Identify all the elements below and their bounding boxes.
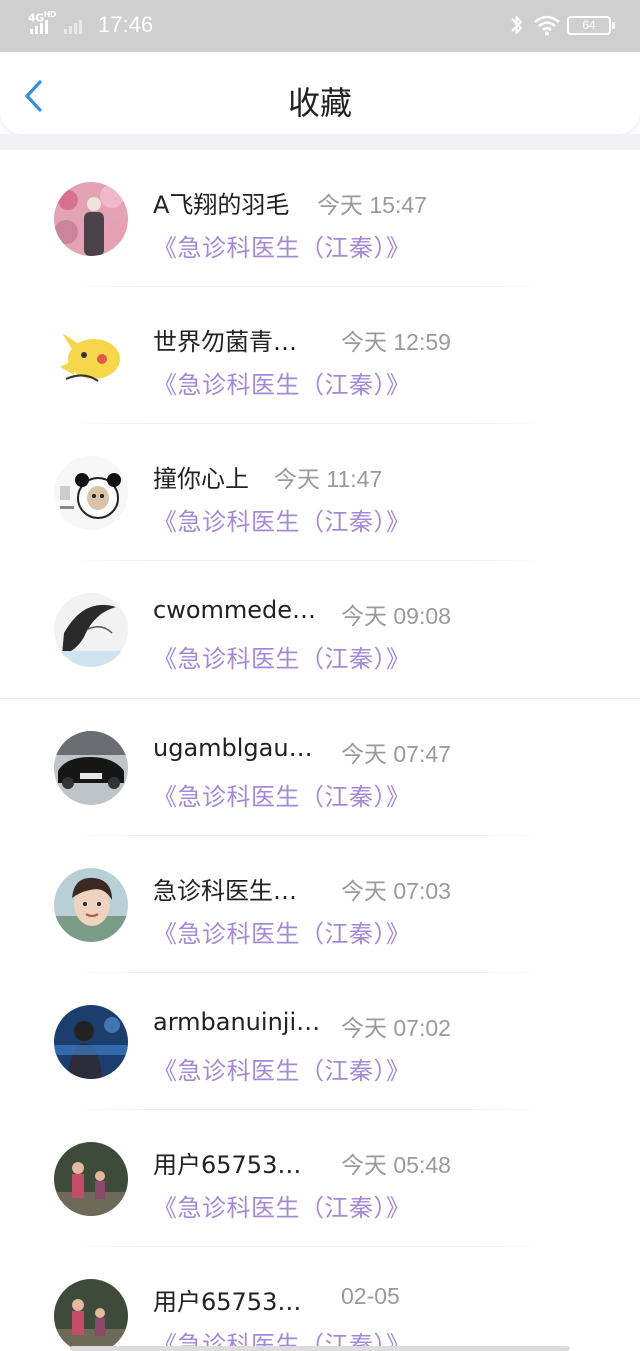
avatar-blue-figure-icon xyxy=(54,1005,128,1079)
avatar-black-car-icon xyxy=(54,731,128,805)
avatar[interactable] xyxy=(54,319,128,393)
avatar-girl-photo-icon xyxy=(54,868,128,942)
avatar-pikachu-icon xyxy=(54,319,128,393)
item-time: 今天 11:47 xyxy=(274,466,383,492)
avatar[interactable] xyxy=(54,593,128,667)
avatar[interactable] xyxy=(54,868,128,942)
page-title: 收藏 xyxy=(287,84,352,122)
list-item[interactable]: 用户65753… 今天 05:48 《急诊科医生（江秦）》 xyxy=(0,1110,640,1247)
list-item[interactable]: 世界勿菌青… 今天 12:59 《急诊科医生（江秦）》 xyxy=(0,287,640,424)
avatar-girl-sketch-icon xyxy=(54,593,128,667)
item-time: 今天 07:47 xyxy=(341,741,451,767)
avatar[interactable] xyxy=(54,1005,128,1079)
nav-bar: 收藏 xyxy=(0,52,640,134)
item-name[interactable]: 用户65753… xyxy=(153,1145,301,1180)
item-name[interactable]: 撞你心上 xyxy=(153,459,249,494)
item-time: 今天 05:48 xyxy=(341,1152,451,1178)
item-time: 02-05 xyxy=(341,1283,400,1309)
avatar-flowers-icon xyxy=(54,182,128,256)
item-name[interactable]: 用户65753… xyxy=(153,1282,301,1317)
list-item[interactable]: armbanuinji… 今天 07:02 《急诊科医生（江秦）》 xyxy=(0,973,640,1110)
signal-icon xyxy=(30,20,48,34)
item-time: 今天 15:47 xyxy=(317,192,427,218)
list-item[interactable]: 急诊科医生… 今天 07:03 《急诊科医生（江秦）》 xyxy=(0,836,640,973)
item-work-link[interactable]: 《急诊科医生（江秦）》 xyxy=(153,639,411,674)
list-item[interactable]: A飞翔的羽毛 今天 15:47 《急诊科医生（江秦）》 xyxy=(0,150,640,287)
avatar-kids-icon xyxy=(54,1279,128,1351)
item-name[interactable]: ugamblgau… xyxy=(153,734,313,762)
avatar-kids-icon xyxy=(54,1142,128,1216)
item-name[interactable]: cwommede… xyxy=(153,596,316,624)
item-name[interactable]: 急诊科医生… xyxy=(153,871,297,906)
item-work-link[interactable]: 《急诊科医生（江秦）》 xyxy=(153,914,411,949)
bluetooth-icon xyxy=(511,16,522,34)
item-time: 今天 07:03 xyxy=(341,878,451,904)
item-name[interactable]: 世界勿菌青… xyxy=(153,322,297,357)
avatar[interactable] xyxy=(54,456,128,530)
avatar[interactable] xyxy=(54,1279,128,1351)
avatar[interactable] xyxy=(54,731,128,805)
network-sup: HD xyxy=(43,10,57,19)
item-name[interactable]: A飞翔的羽毛 xyxy=(153,185,289,220)
list-item[interactable]: cwommede… 今天 09:08 《急诊科医生（江秦）》 xyxy=(0,561,640,698)
item-time: 今天 12:59 xyxy=(341,329,451,355)
status-bar: 4GHD 17:46 64 xyxy=(0,0,640,52)
item-work-link[interactable]: 《急诊科医生（江秦）》 xyxy=(153,502,411,537)
list-item[interactable]: ugamblgau… 今天 07:47 《急诊科医生（江秦）》 xyxy=(0,699,640,836)
item-time: 今天 09:08 xyxy=(341,603,451,629)
item-time: 今天 07:02 xyxy=(341,1015,451,1041)
battery-icon: 64 xyxy=(567,16,615,35)
signal-secondary-icon xyxy=(64,20,82,34)
wifi-icon xyxy=(534,15,560,36)
list-item[interactable]: 用户65753… 02-05 《急诊科医生（江秦）》 xyxy=(0,1247,640,1351)
header-separator xyxy=(0,134,640,150)
favorites-list: A飞翔的羽毛 今天 15:47 《急诊科医生（江秦）》 世界勿菌青… 今天 12… xyxy=(0,150,640,1351)
avatar[interactable] xyxy=(54,182,128,256)
avatar-panda-meme-icon xyxy=(54,456,128,530)
item-work-link[interactable]: 《急诊科医生（江秦）》 xyxy=(153,365,411,400)
item-work-link[interactable]: 《急诊科医生（江秦）》 xyxy=(153,1188,411,1223)
avatar[interactable] xyxy=(54,1142,128,1216)
list-item[interactable]: 撞你心上 今天 11:47 《急诊科医生（江秦）》 xyxy=(0,424,640,561)
home-indicator xyxy=(70,1346,570,1351)
item-work-link[interactable]: 《急诊科医生（江秦）》 xyxy=(153,1051,411,1086)
item-name[interactable]: armbanuinji… xyxy=(153,1008,320,1036)
status-time: 17:46 xyxy=(98,12,154,37)
item-work-link[interactable]: 《急诊科医生（江秦）》 xyxy=(153,777,411,812)
item-work-link[interactable]: 《急诊科医生（江秦）》 xyxy=(153,228,411,263)
